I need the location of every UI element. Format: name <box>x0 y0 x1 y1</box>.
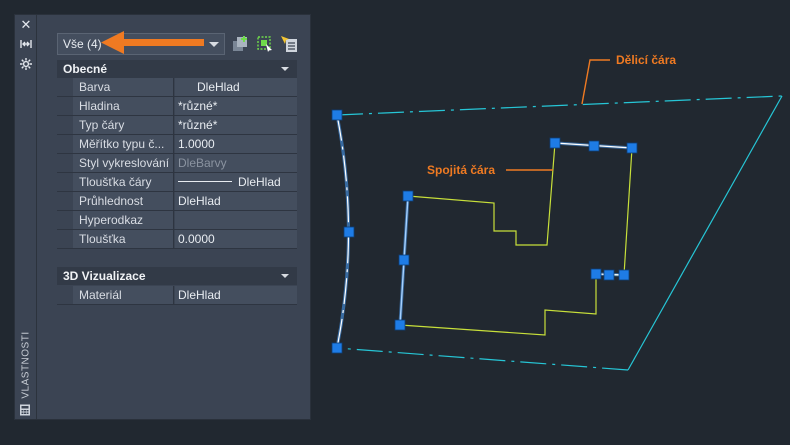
grips <box>331 109 638 354</box>
grip <box>603 269 615 281</box>
property-name: Průhlednost <box>73 192 174 210</box>
3d-visualization-properties-table: Materiál DleHlad <box>57 286 297 305</box>
polyline-label: Spojitá čára <box>427 163 496 177</box>
grip <box>626 142 638 154</box>
section-3d-visualization-title: 3D Vizualizace <box>63 269 146 283</box>
property-name: Styl vykreslování <box>73 154 174 172</box>
toggle-pickadd-icon[interactable] <box>232 35 250 53</box>
general-properties-table: Barva DleHlad Hladina *různé* Typ čáry *… <box>57 78 297 249</box>
property-row-hyperlink[interactable]: Hyperodkaz <box>57 211 297 230</box>
property-row-plot-style[interactable]: Styl vykreslování DleBarvy <box>57 154 297 173</box>
properties-palette: ✕ VLASTNOSTI Vše (4) Obecné Barva DleHla… <box>14 14 311 420</box>
select-objects-icon[interactable] <box>256 35 274 53</box>
grip <box>549 137 561 149</box>
section-general-header[interactable]: Obecné <box>57 60 297 78</box>
dividing-line <box>336 95 783 371</box>
chevron-down-icon <box>281 67 289 71</box>
property-row-linetype[interactable]: Typ čáry *různé* <box>57 116 297 135</box>
selection-value: Vše (4) <box>63 37 102 51</box>
grip <box>402 190 414 202</box>
property-value[interactable] <box>175 211 297 229</box>
property-name: Hladina <box>73 97 174 115</box>
selected-arc <box>335 114 351 349</box>
property-name: Barva <box>73 78 174 96</box>
property-row-lineweight[interactable]: Tloušťka čáry DleHlad <box>57 173 297 192</box>
grip <box>394 319 406 331</box>
property-value[interactable]: *různé* <box>175 97 297 115</box>
chevron-down-icon <box>281 274 289 278</box>
property-value[interactable]: DleHlad <box>175 286 297 304</box>
palette-title-strip: ✕ VLASTNOSTI <box>15 15 37 419</box>
property-row-thickness[interactable]: Tloušťka 0.0000 <box>57 230 297 249</box>
property-value[interactable]: DleHlad <box>175 173 297 191</box>
grip <box>588 140 600 152</box>
grip <box>331 342 343 354</box>
property-row-material[interactable]: Materiál DleHlad <box>57 286 297 305</box>
property-name: Typ čáry <box>73 116 174 134</box>
property-value[interactable]: 1.0000 <box>175 135 297 153</box>
property-value[interactable]: 0.0000 <box>175 230 297 248</box>
property-value[interactable]: DleHlad <box>175 192 297 210</box>
property-name: Materiál <box>73 286 174 304</box>
palette-title: VLASTNOSTI <box>20 331 32 399</box>
section-3d-visualization-header[interactable]: 3D Vizualizace <box>57 267 297 285</box>
calculator-icon[interactable] <box>19 404 31 416</box>
property-value[interactable]: DleHlad <box>175 78 297 96</box>
property-row-color[interactable]: Barva DleHlad <box>57 78 297 97</box>
close-icon[interactable]: ✕ <box>18 19 34 33</box>
selected-arc-line <box>336 114 350 349</box>
property-row-layer[interactable]: Hladina *různé* <box>57 97 297 116</box>
property-name: Tloušťka čáry <box>73 173 174 191</box>
grip <box>343 226 355 238</box>
lineweight-value: DleHlad <box>238 175 281 189</box>
property-name: Tloušťka <box>73 230 174 248</box>
lineweight-sample <box>178 181 232 183</box>
property-value[interactable]: *různé* <box>175 116 297 134</box>
grip <box>618 269 630 281</box>
dividing-line-label: Dělicí čára <box>616 53 677 67</box>
grip <box>398 254 410 266</box>
chevron-down-icon <box>209 42 219 47</box>
grip <box>590 268 602 280</box>
property-row-linetype-scale[interactable]: Měřítko typu č... 1.0000 <box>57 135 297 154</box>
object-selection-dropdown[interactable]: Vše (4) <box>57 33 225 55</box>
property-name: Měřítko typu č... <box>73 135 174 153</box>
autohide-icon[interactable] <box>18 38 34 52</box>
section-general-title: Obecné <box>63 62 108 76</box>
property-name: Hyperodkaz <box>73 211 174 229</box>
grip <box>331 109 343 121</box>
property-row-transparency[interactable]: Průhlednost DleHlad <box>57 192 297 211</box>
property-value: DleBarvy <box>175 154 297 172</box>
settings-icon[interactable] <box>18 57 34 71</box>
dividing-line-leader <box>581 59 610 105</box>
quick-select-icon[interactable] <box>280 35 298 53</box>
